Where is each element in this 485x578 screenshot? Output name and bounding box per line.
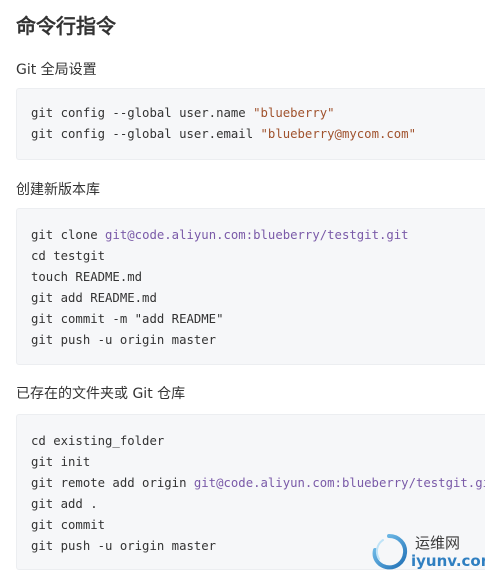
code-line: cd testgit — [17, 246, 485, 267]
section-heading-existing-folder: 已存在的文件夹或 Git 仓库 — [16, 386, 186, 402]
code-text: git push -u origin master — [31, 333, 217, 347]
watermark-cn-text: 运维网 — [415, 534, 461, 552]
code-text: git commit -m "add README" — [31, 312, 224, 326]
code-line: git commit -m "add README" — [17, 309, 485, 330]
code-text: git add README.md — [31, 291, 157, 305]
watermark-logo: 运维网 iyunv.com — [369, 530, 485, 574]
code-text: git add . — [31, 497, 98, 511]
code-line: touch README.md — [17, 267, 485, 288]
code-text: git config --global user.email — [31, 127, 261, 141]
code-line: git push -u origin master — [17, 330, 485, 351]
code-text: cd existing_folder — [31, 434, 165, 448]
code-line: git init — [17, 452, 485, 473]
code-line: cd existing_folder — [17, 431, 485, 452]
code-line: git add . — [17, 494, 485, 515]
code-line: git config --global user.name "blueberry… — [17, 103, 485, 124]
section-heading-git-global-settings: Git 全局设置 — [16, 62, 97, 78]
code-url: git@code.aliyun.com:blueberry/testgit.gi… — [105, 228, 409, 242]
code-line: git remote add origin git@code.aliyun.co… — [17, 473, 485, 494]
watermark-en-text: iyunv.com — [411, 552, 485, 570]
section-heading-create-repo: 创建新版本库 — [16, 182, 100, 198]
code-text: cd testgit — [31, 249, 106, 263]
code-line: git config --global user.email "blueberr… — [17, 124, 485, 145]
code-text: git clone — [31, 228, 106, 242]
code-block-git-global-settings[interactable]: git config --global user.name "blueberry… — [16, 88, 485, 160]
code-block-create-repo[interactable]: git clone git@code.aliyun.com:blueberry/… — [16, 208, 485, 365]
code-string: "blueberry" — [253, 106, 335, 120]
code-text: git push -u origin master — [31, 539, 217, 553]
code-text: git commit — [31, 518, 106, 532]
code-text: git remote add origin — [31, 476, 194, 490]
code-text: touch README.md — [31, 270, 143, 284]
code-string: "blueberry@mycom.com" — [260, 127, 416, 141]
page-title: 命令行指令 — [16, 14, 116, 38]
code-text: git init — [31, 455, 91, 469]
code-line: git add README.md — [17, 288, 485, 309]
code-url: git@code.aliyun.com:blueberry/testgit.gi… — [193, 476, 485, 490]
swirl-logo-icon — [372, 534, 408, 570]
code-text: git config --global user.name — [31, 106, 254, 120]
code-line: git clone git@code.aliyun.com:blueberry/… — [17, 225, 485, 246]
